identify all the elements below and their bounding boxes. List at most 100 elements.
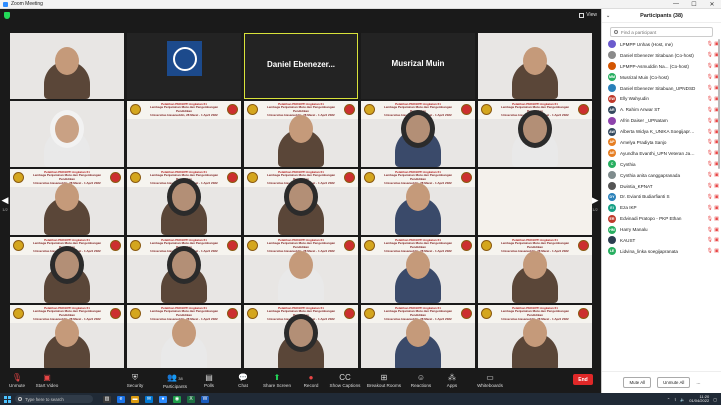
more-options-button[interactable]: ... [696,380,700,386]
chrome-icon[interactable]: ◉ [173,395,181,403]
minimize-icon[interactable]: — [667,1,685,7]
university-logo [13,172,24,183]
video-tile[interactable]: Pelatihan PEKERTI Angkatan 61 Lembaga Pen… [244,169,358,235]
unmute-button[interactable]: 🎙 Unmute [4,368,30,393]
participant-list-scrollbar[interactable] [718,39,720,169]
video-tile[interactable]: Pelatihan PEKERTI Angkatan 61 Lembaga Pen… [244,305,358,371]
polls-button[interactable]: ▤ Polls [196,368,222,393]
participant-row[interactable]: ER Edvinadi Pratopo - PKP Ethan 🎙 ▣ [608,213,721,224]
network-icon[interactable]: ⌇ [674,397,676,402]
video-tile[interactable]: Pelatihan PEKERTI Angkatan 61 Lembaga Pen… [478,101,592,167]
video-tile[interactable] [478,169,592,235]
reactions-button[interactable]: ☺ Reactions [404,368,438,393]
next-page-arrow[interactable]: ▶ 1/2 [591,195,599,212]
video-tile[interactable]: Pelatihan PEKERTI Angkatan 61 Lembaga Pen… [127,169,241,235]
participant-name: Daniel Ebenezer Sitabuan (Co-host) [620,52,694,58]
participant-row[interactable]: EI Eza IKP 🎙 ▣ [608,202,721,213]
file-explorer-icon[interactable]: ▬ [131,395,139,403]
video-tile[interactable] [10,101,124,167]
participant-row[interactable]: Afrin Daiser _UPNatam 🎙 ▣ [608,115,721,126]
participant-row[interactable]: Daniel Ebenezer Sitabuan (Co-host) 🎙 ▣ [608,50,721,61]
end-meeting-button[interactable]: End [573,374,593,385]
video-tile[interactable]: Pelatihan PEKERTI Angkatan 61 Lembaga Pen… [361,101,475,167]
participant-row[interactable]: MM Musrizal Muin (Co-host) 🎙 ▣ [608,72,721,83]
windows-start-icon[interactable] [4,395,11,403]
participant-name: Lidvina_linka soegijapranata [620,248,678,254]
share-screen-button[interactable]: ⬆ Share Screen [258,368,296,393]
video-tile[interactable]: Pelatihan PEKERTI Angkatan 61 Lembaga Pen… [127,101,241,167]
shield-icon[interactable] [4,12,10,19]
participant-row[interactable]: Cynthia anita canggapranada 🎙 ▣ [608,170,721,181]
show-captions-button[interactable]: CC Show Captions [326,368,364,393]
apps-button[interactable]: ⁂ Apps [438,368,466,393]
participant-row[interactable]: C Cynthia 🎙 ▣ [608,159,721,170]
unmute-all-button[interactable]: Unmute All [657,377,691,388]
participant-name: Ayundha Evanthi_UPN Veteran Jakarta [620,150,696,156]
participant-name: LPMPP-Asmuddin Na... (Co-host) [620,63,689,69]
whiteboards-button[interactable]: ▭ Whiteboards [470,368,510,393]
lpmpp-logo [344,308,355,319]
avatar [608,171,616,180]
participant-row[interactable]: KAUST 🎙 ▣ [608,235,721,246]
participant-row[interactable]: LE Lidvina_linka soegijapranata 🎙 ▣ [608,246,721,257]
participants-icon: 👥38 [167,372,183,382]
taskbar-clock[interactable]: 11:20 01/04/2022 [689,394,709,404]
excel-icon[interactable]: X [187,395,195,403]
video-tile[interactable]: Pelatihan PEKERTI Angkatan 61 Lembaga Pen… [361,305,475,371]
video-tile[interactable]: Pelatihan PEKERTI Angkatan 61 Lembaga Pen… [127,305,241,371]
participant-row[interactable]: AP Amelya Pradiyta Sanjo 🎙 ▣ [608,137,721,148]
record-button[interactable]: ● Record [296,368,326,393]
maximize-icon[interactable]: ☐ [685,1,703,8]
task-view-icon[interactable]: ▥ [103,395,111,403]
video-tile[interactable]: Pelatihan PEKERTI Angkatan 61 Lembaga Pen… [10,169,124,235]
security-button[interactable]: ⛨ Security [120,368,150,393]
participant-row[interactable]: LPMPP Unhas (Host, me) 🎙 ▣ [608,39,721,50]
university-logo [364,240,375,251]
start-video-button[interactable]: ▣ Start Video [30,368,64,393]
taskbar-search[interactable]: Type here to search [15,395,93,403]
participant-row[interactable]: AW Alberta Widya K_UNIKA Soegijapranata 🎙 ▣ [608,126,721,137]
prev-page-arrow[interactable]: ◀ 1/2 [1,195,9,212]
university-logo [247,240,258,251]
video-tile[interactable]: Pelatihan PEKERTI Angkatan 61 Lembaga Pen… [478,237,592,303]
volume-icon[interactable]: 🔈 [680,397,685,402]
video-tile[interactable] [478,33,592,99]
video-tile[interactable] [10,33,124,99]
word-icon[interactable]: W [201,395,209,403]
search-icon [614,30,618,34]
video-tile[interactable]: Pelatihan PEKERTI Angkatan 61 Lembaga Pen… [244,237,358,303]
participants-button[interactable]: 👥38 Participants [154,368,196,393]
close-icon[interactable]: ✕ [703,1,721,8]
participant-row[interactable]: DY Dr. Evianti Budiarfianti S 🎙 ▣ [608,191,721,202]
breakout-rooms-button[interactable]: ⊞ Breakout Rooms [364,368,404,393]
participant-search-input[interactable] [621,29,711,35]
video-tile[interactable]: Pelatihan PEKERTI Angkatan 61 Lembaga Pen… [127,237,241,303]
view-button[interactable]: View [579,12,597,18]
chevron-down-icon[interactable]: ⌄ [606,13,610,19]
chevron-up-icon[interactable]: ⌃ [667,397,670,402]
avatar [608,40,616,49]
mute-all-button[interactable]: Mute All [623,377,652,388]
video-tile[interactable]: Daniel Ebenezer... [244,33,358,99]
notification-icon[interactable]: ▢ [713,397,717,402]
participant-row[interactable]: EW Elly Wahyudin 🎙 ▣ [608,93,721,104]
participant-row[interactable]: AE Ayundha Evanthi_UPN Veteran Jakarta 🎙 ▣ [608,148,721,159]
video-tile[interactable]: Pelatihan PEKERTI Angkatan 61 Lembaga Pen… [10,237,124,303]
participant-row[interactable]: HM Harry Manalu 🎙 ▣ [608,224,721,235]
mail-icon[interactable]: ✉ [145,395,153,403]
video-tile[interactable] [127,33,241,99]
video-tile[interactable]: Pelatihan PEKERTI Angkatan 61 Lembaga Pen… [478,305,592,371]
chat-button[interactable]: 💬 Chat [228,368,258,393]
participant-video [44,115,90,167]
video-tile[interactable]: Pelatihan PEKERTI Angkatan 61 Lembaga Pen… [361,169,475,235]
video-tile[interactable]: Pelatihan PEKERTI Angkatan 61 Lembaga Pen… [244,101,358,167]
participant-row[interactable]: AR A. Rahim Anwar ST 🎙 ▣ [608,104,721,115]
video-tile[interactable]: Musrizal Muin [361,33,475,99]
edge-icon[interactable]: e [117,395,125,403]
participant-row[interactable]: Daniel Ebenezer Sitabuan_UPNDSD 🎙 ▣ [608,83,721,94]
participant-row[interactable]: LPMPP-Asmuddin Na... (Co-host) 🎙 ▣ [608,61,721,72]
participant-row[interactable]: Dwintia_KPNAT 🎙 ▣ [608,181,721,192]
zoom-taskbar-icon[interactable]: ● [159,395,167,403]
video-tile[interactable]: Pelatihan PEKERTI Angkatan 61 Lembaga Pen… [10,305,124,371]
video-tile[interactable]: Pelatihan PEKERTI Angkatan 61 Lembaga Pen… [361,237,475,303]
